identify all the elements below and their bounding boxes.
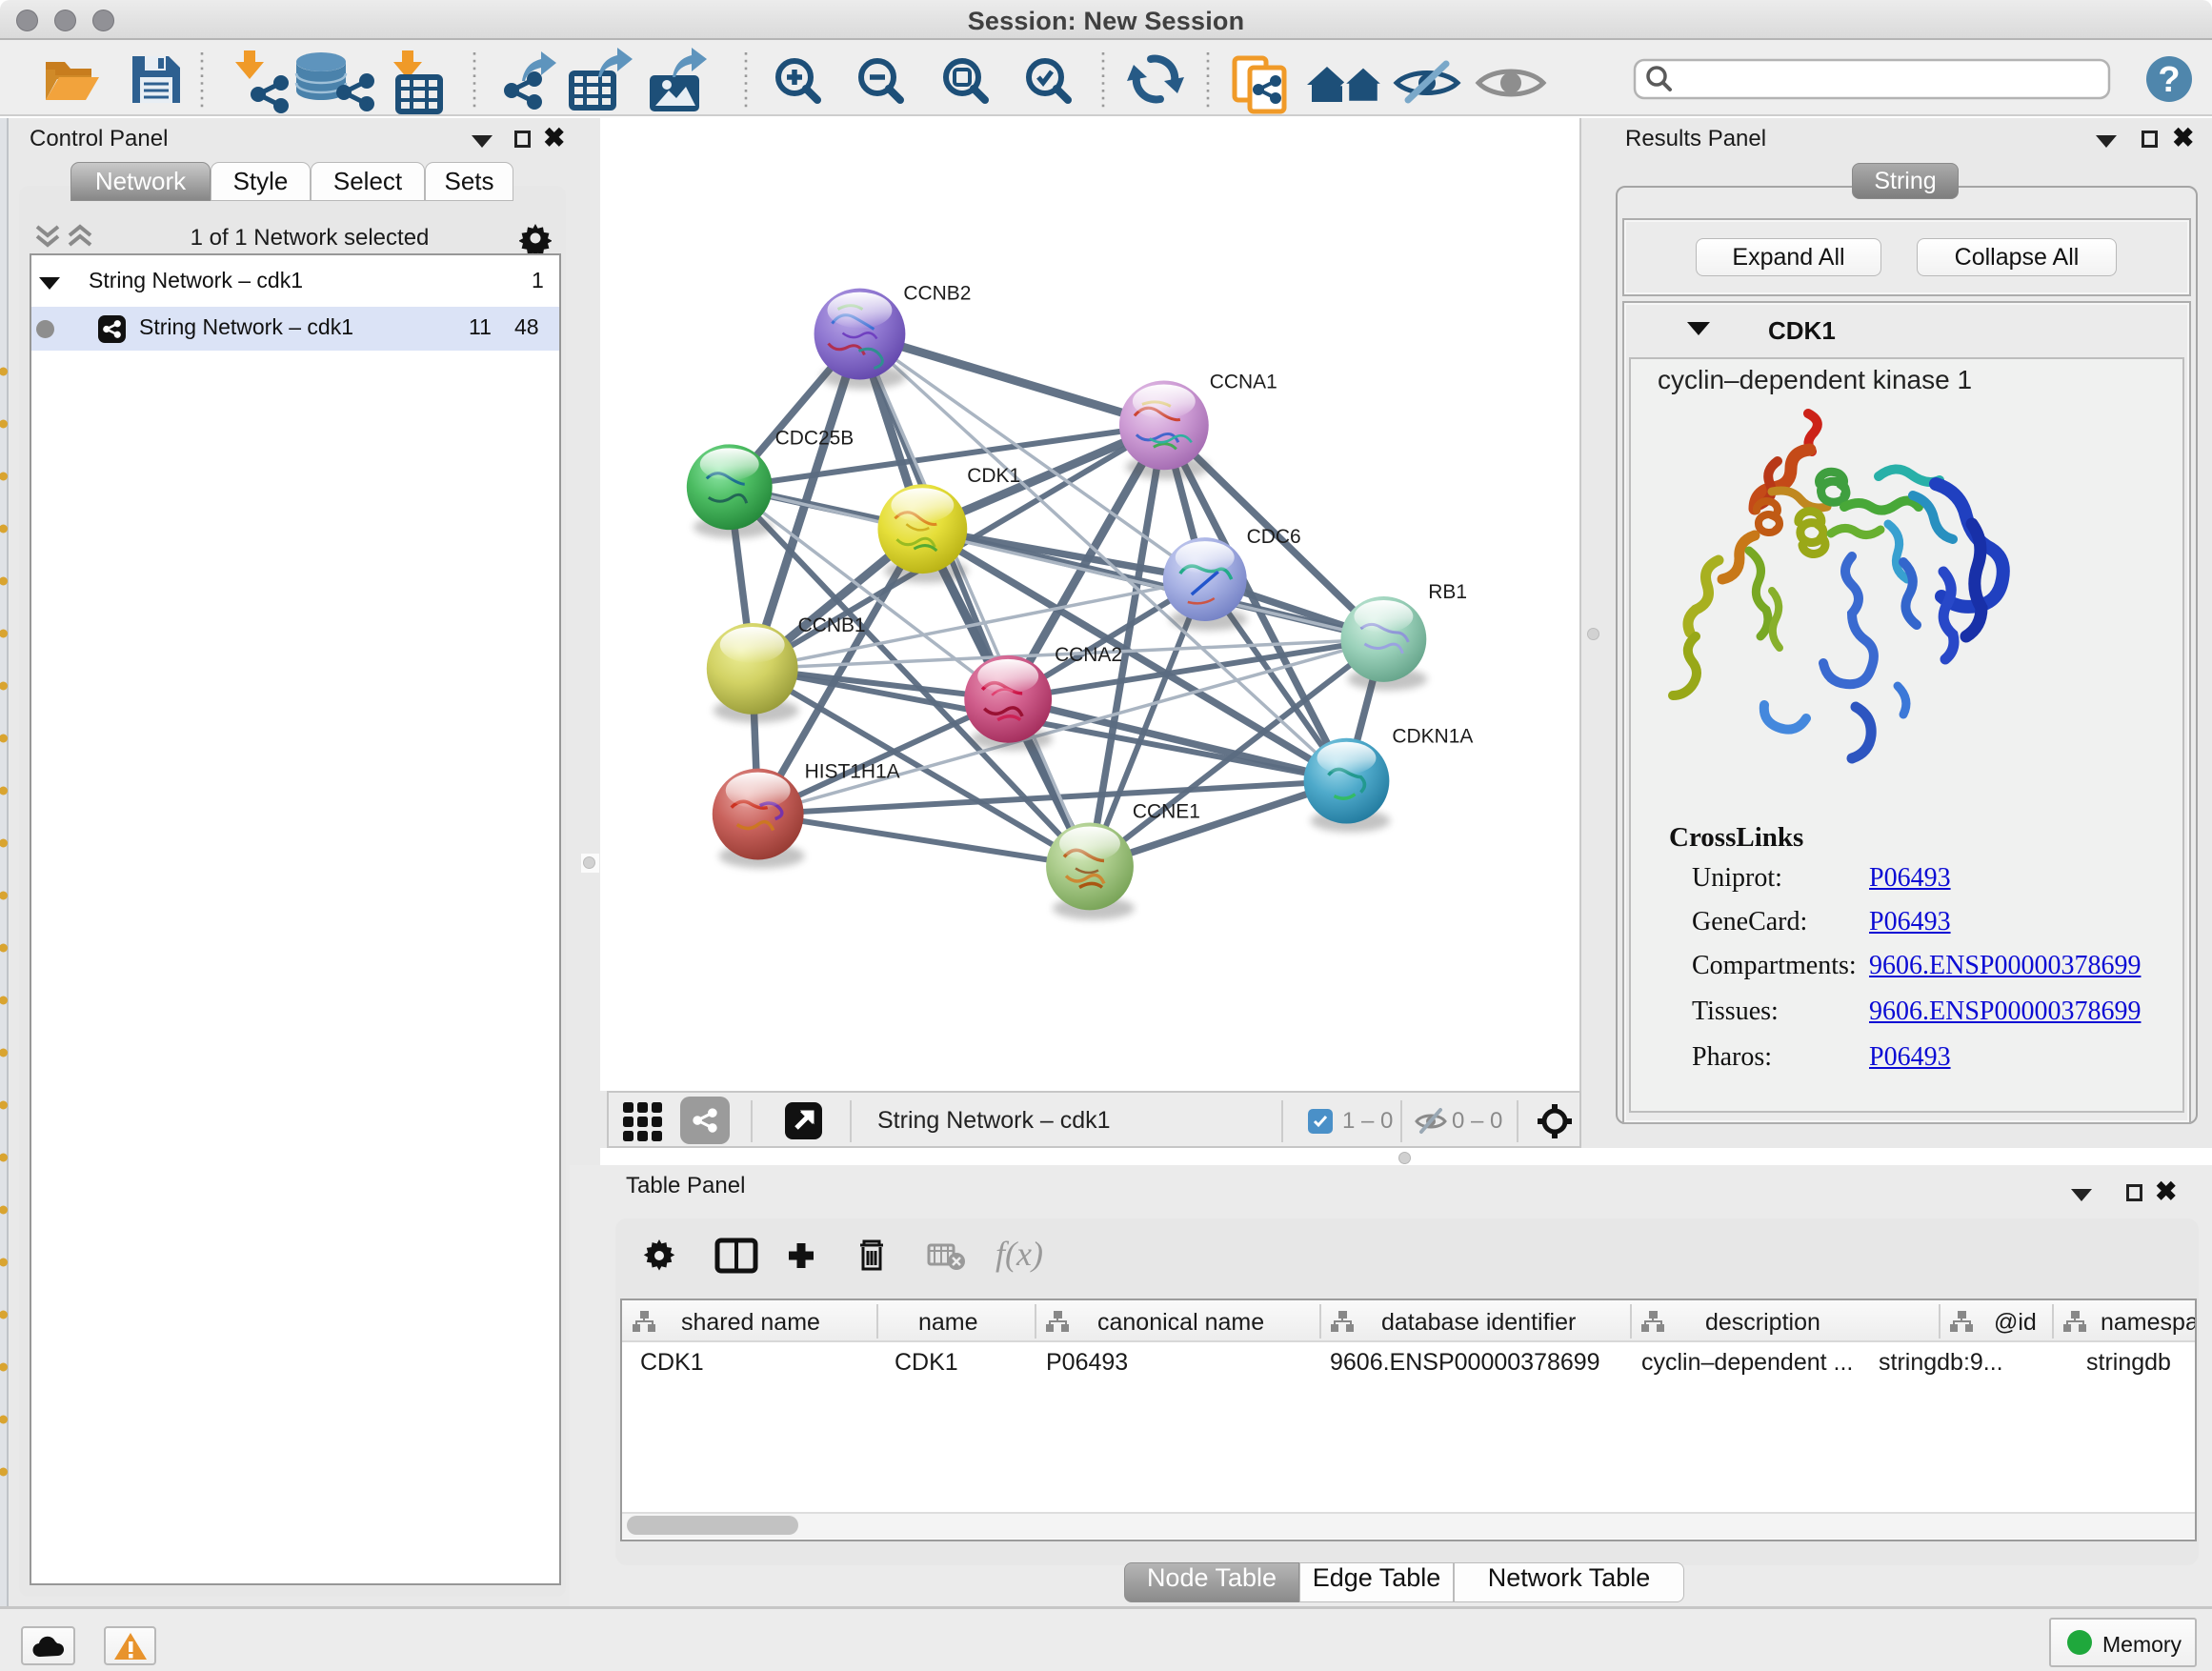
- svg-text:database identifier: database identifier: [1381, 1309, 1576, 1336]
- svg-text:name: name: [918, 1309, 978, 1336]
- svg-text:description: description: [1705, 1309, 1820, 1336]
- svg-text:?: ?: [2158, 60, 2180, 100]
- svg-text:canonical name: canonical name: [1097, 1309, 1264, 1336]
- svg-text:CDKN1A: CDKN1A: [1392, 726, 1473, 748]
- svg-text:namespace: namespace: [2101, 1309, 2195, 1336]
- svg-text:CCNB1: CCNB1: [798, 614, 866, 636]
- svg-text:CCNB2: CCNB2: [903, 283, 971, 305]
- svg-text:HIST1H1A: HIST1H1A: [805, 761, 900, 783]
- svg-text:CCNA1: CCNA1: [1210, 371, 1277, 393]
- svg-text:@id: @id: [1994, 1309, 2037, 1336]
- svg-text:CCNE1: CCNE1: [1133, 801, 1200, 823]
- svg-text:f(x): f(x): [995, 1238, 1043, 1273]
- svg-text:CDC6: CDC6: [1247, 526, 1301, 548]
- svg-text:CCNA2: CCNA2: [1055, 644, 1122, 666]
- svg-text:shared name: shared name: [681, 1309, 820, 1336]
- svg-text:RB1: RB1: [1428, 581, 1467, 603]
- svg-text:CDK1: CDK1: [967, 465, 1020, 487]
- svg-text:CDC25B: CDC25B: [775, 427, 855, 449]
